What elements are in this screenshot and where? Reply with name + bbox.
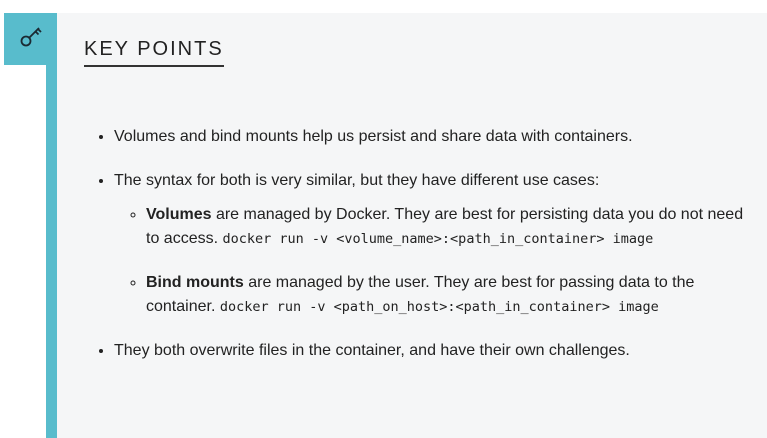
list-item: They both overwrite files in the contain… <box>114 339 744 363</box>
key-icon <box>18 24 44 55</box>
key-points-callout: KEY POINTS Volumes and bind mounts help … <box>0 0 767 438</box>
callout-icon-box <box>4 13 57 65</box>
sub-list-item-volumes: Volumes are managed by Docker. They are … <box>146 203 744 251</box>
callout-heading: KEY POINTS <box>84 37 224 67</box>
key-points-list: Volumes and bind mounts help us persist … <box>84 125 744 363</box>
inline-code: docker run -v <path_on_host>:<path_in_co… <box>219 299 659 315</box>
callout-content: Volumes and bind mounts help us persist … <box>84 125 744 383</box>
sub-list: Volumes are managed by Docker. They are … <box>114 203 744 319</box>
sub-list-item-bind-mounts: Bind mounts are managed by the user. The… <box>146 271 744 319</box>
list-item: Volumes and bind mounts help us persist … <box>114 125 744 149</box>
callout-accent-bar <box>46 65 57 438</box>
inline-code: docker run -v <volume_name>:<path_in_con… <box>222 231 654 247</box>
list-item: The syntax for both is very similar, but… <box>114 169 744 319</box>
